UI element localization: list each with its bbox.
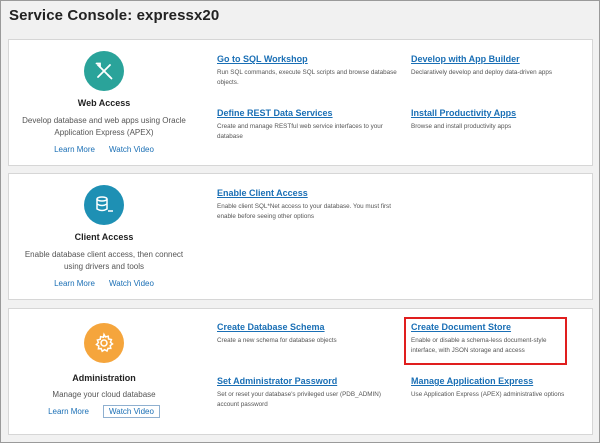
set-admin-password-item[interactable]: Set Administrator Password Set or reset …: [217, 376, 397, 410]
web-access-panel: Web Access Develop database and web apps…: [8, 39, 593, 166]
administration-card: Administration Manage your cloud databas…: [9, 309, 199, 434]
rest-data-services-item[interactable]: Define REST Data Services Create and man…: [217, 108, 397, 142]
web-access-links: Learn More Watch Video: [9, 145, 199, 154]
manage-apex-link[interactable]: Manage Application Express: [411, 376, 591, 387]
service-console-window: Service Console: expressx20 Web Access D…: [0, 0, 600, 443]
rest-data-services-desc: Create and manage RESTful web service in…: [217, 123, 383, 140]
page-title: Service Console: expressx20: [9, 7, 220, 24]
watch-video-link[interactable]: Watch Video: [103, 405, 160, 418]
administration-links: Learn More Watch Video: [9, 405, 199, 418]
sql-workshop-desc: Run SQL commands, execute SQL scripts an…: [217, 69, 397, 86]
productivity-apps-item[interactable]: Install Productivity Apps Browse and ins…: [411, 108, 591, 132]
tools-icon: [84, 51, 124, 91]
set-admin-password-desc: Set or reset your database's privileged …: [217, 391, 381, 408]
client-access-links: Learn More Watch Video: [9, 279, 199, 288]
enable-client-access-desc: Enable client SQL*Net access to your dat…: [217, 203, 391, 220]
rest-data-services-link[interactable]: Define REST Data Services: [217, 108, 397, 119]
watch-video-link[interactable]: Watch Video: [109, 145, 154, 154]
web-access-title: Web Access: [77, 98, 131, 108]
client-access-panel: Client Access Enable database client acc…: [8, 173, 593, 300]
client-access-description: Enable database client access, then conn…: [24, 250, 184, 271]
web-access-card: Web Access Develop database and web apps…: [9, 40, 199, 165]
create-database-schema-desc: Create a new schema for database objects: [217, 337, 337, 344]
create-document-store-desc: Enable or disable a schema-less document…: [411, 337, 547, 354]
set-admin-password-link[interactable]: Set Administrator Password: [217, 376, 397, 387]
manage-apex-desc: Use Application Express (APEX) administr…: [411, 391, 565, 398]
learn-more-link[interactable]: Learn More: [48, 407, 89, 418]
sql-workshop-link[interactable]: Go to SQL Workshop: [217, 54, 397, 65]
productivity-apps-desc: Browse and install productivity apps: [411, 123, 512, 130]
client-access-card: Client Access Enable database client acc…: [9, 174, 199, 299]
app-builder-item[interactable]: Develop with App Builder Declaratively d…: [411, 54, 591, 78]
app-builder-link[interactable]: Develop with App Builder: [411, 54, 591, 65]
administration-panel: Administration Manage your cloud databas…: [8, 308, 593, 435]
manage-apex-item[interactable]: Manage Application Express Use Applicati…: [411, 376, 591, 400]
watch-video-link[interactable]: Watch Video: [109, 279, 154, 288]
create-document-store-item[interactable]: Create Document Store Enable or disable …: [411, 322, 561, 356]
administration-title: Administration: [72, 373, 136, 383]
web-access-description: Develop database and web apps using Orac…: [22, 116, 186, 137]
learn-more-link[interactable]: Learn More: [54, 145, 95, 154]
enable-client-access-link[interactable]: Enable Client Access: [217, 188, 397, 199]
gear-icon: [84, 323, 124, 363]
learn-more-link[interactable]: Learn More: [54, 279, 95, 288]
productivity-apps-link[interactable]: Install Productivity Apps: [411, 108, 591, 119]
create-document-store-link[interactable]: Create Document Store: [411, 322, 561, 333]
enable-client-access-item[interactable]: Enable Client Access Enable client SQL*N…: [217, 188, 397, 222]
client-access-title: Client Access: [74, 232, 134, 242]
database-terminal-icon: [84, 185, 124, 225]
create-database-schema-item[interactable]: Create Database Schema Create a new sche…: [217, 322, 397, 346]
create-database-schema-link[interactable]: Create Database Schema: [217, 322, 397, 333]
sql-workshop-item[interactable]: Go to SQL Workshop Run SQL commands, exe…: [217, 54, 397, 88]
administration-description: Manage your cloud database: [52, 390, 156, 399]
app-builder-desc: Declaratively develop and deploy data-dr…: [411, 69, 553, 76]
